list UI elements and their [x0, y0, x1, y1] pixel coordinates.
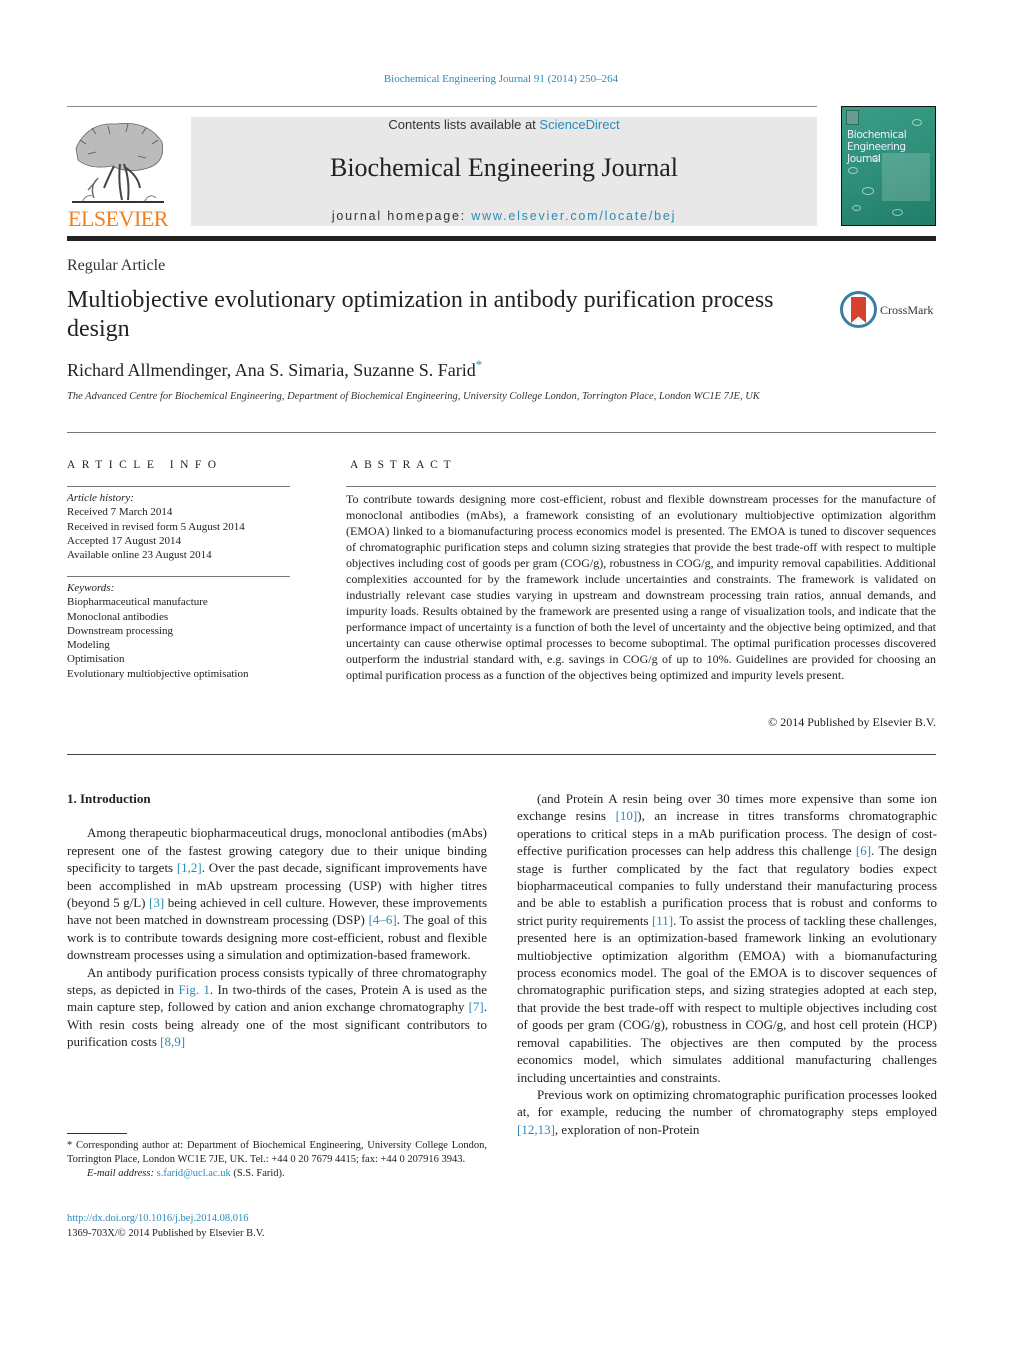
paragraph: (and Protein A resin being over 30 times…: [517, 791, 938, 1085]
cover-title-line: Engineering: [847, 141, 906, 153]
citation-link[interactable]: [1,2]: [177, 860, 202, 875]
cover-bubble: [912, 119, 922, 126]
crossmark-icon: [840, 291, 877, 328]
journal-reference-link[interactable]: Biochemical Engineering Journal 91 (2014…: [0, 73, 1002, 85]
keyword-item: Evolutionary multiobjective optimisation: [67, 667, 249, 680]
history-item: Accepted 17 August 2014: [67, 534, 181, 547]
footnote: * Corresponding author at: Department of…: [67, 1139, 487, 1182]
affiliation: The Advanced Centre for Biochemical Engi…: [67, 391, 760, 402]
keyword-item: Downstream processing: [67, 624, 174, 637]
header-divider: [67, 106, 817, 107]
doi-block: http://dx.doi.org/10.1016/j.bej.2014.08.…: [67, 1212, 265, 1241]
journal-masthead: Contents lists available at ScienceDirec…: [191, 117, 817, 226]
citation-link[interactable]: [10]: [616, 808, 638, 823]
keyword-item: Optimisation: [67, 653, 125, 666]
citation-link[interactable]: [4–6]: [369, 912, 397, 927]
keyword-item: Modeling: [67, 639, 110, 652]
keyword-item: Biopharmaceutical manufacture: [67, 596, 208, 609]
email-suffix: (S.S. Farid).: [230, 1168, 285, 1180]
email-link[interactable]: s.farid@ucl.ac.uk: [157, 1168, 231, 1179]
cover-bubble: [862, 187, 874, 195]
history-item: Available online 23 August 2014: [67, 549, 212, 562]
crossmark-button[interactable]: CrossMark: [840, 291, 940, 329]
journal-homepage-link[interactable]: www.elsevier.com/locate/bej: [471, 209, 676, 223]
article-history: Article history: Received 7 March 2014 R…: [67, 491, 292, 562]
cover-title-line: Journal: [847, 153, 881, 165]
crossmark-bookmark-shape: [851, 297, 866, 323]
cover-title-line: Biochemical: [847, 129, 907, 141]
divider: [67, 576, 290, 577]
issn-line: 1369-703X/© 2014 Published by Elsevier B…: [67, 1227, 265, 1239]
history-label: Article history:: [67, 492, 134, 504]
header-thick-rule: [67, 236, 936, 241]
body-column-left: 1. Introduction Among therapeutic biopha…: [67, 790, 487, 1051]
elsevier-wordmark: ELSEVIER: [68, 206, 168, 231]
cover-publisher-badge: [846, 110, 859, 125]
cover-bubble: [848, 167, 858, 174]
divider: [346, 486, 936, 487]
citation-link[interactable]: [8,9]: [160, 1034, 185, 1049]
divider: [67, 754, 936, 755]
article-title: Multiobjective evolutionary optimization…: [67, 287, 774, 342]
right-paragraphs: (and Protein A resin being over 30 times…: [517, 790, 937, 1138]
keyword-item: Monoclonal antibodies: [67, 610, 169, 623]
divider: [67, 486, 290, 487]
authors-text: Richard Allmendinger, Ana S. Simaria, Su…: [67, 360, 476, 380]
homepage-line: journal homepage: www.elsevier.com/locat…: [191, 209, 817, 223]
citation-link[interactable]: Fig. 1: [178, 982, 209, 997]
divider: [67, 432, 936, 433]
citation-link[interactable]: [3]: [149, 895, 164, 910]
elsevier-tree-icon: [72, 123, 164, 203]
footnote-rule: [67, 1133, 127, 1134]
keywords-label: Keywords:: [67, 582, 115, 594]
citation-link[interactable]: [12,13]: [517, 1122, 555, 1137]
article-info-heading: ARTICLE INFO: [67, 459, 223, 471]
email-line: E-mail address: s.farid@ucl.ac.uk (S.S. …: [67, 1167, 487, 1181]
keywords: Keywords: Biopharmaceutical manufacture …: [67, 581, 292, 681]
email-label: E-mail address:: [87, 1168, 154, 1180]
citation-link[interactable]: [7]: [469, 999, 484, 1014]
cover-bubble: [852, 205, 861, 211]
crossmark-label: CrossMark: [880, 303, 934, 317]
homepage-prefix: journal homepage:: [331, 209, 472, 223]
cover-title: Biochemical Engineering Journal: [847, 129, 933, 165]
article-type: Regular Article: [67, 257, 166, 274]
history-item: Received in revised form 5 August 2014: [67, 520, 245, 533]
history-item: Received 7 March 2014: [67, 506, 173, 519]
contents-line: Contents lists available at ScienceDirec…: [191, 117, 817, 133]
paragraph: An antibody purification process consist…: [67, 964, 487, 1050]
abstract-text: To contribute towards designing more cos…: [346, 492, 936, 682]
abstract-copyright: © 2014 Published by Elsevier B.V.: [768, 715, 936, 729]
doi-link[interactable]: http://dx.doi.org/10.1016/j.bej.2014.08.…: [67, 1213, 249, 1224]
journal-title: Biochemical Engineering Journal: [329, 153, 678, 182]
section-heading: 1. Introduction: [67, 791, 151, 806]
corresponding-author-marker[interactable]: *: [476, 357, 483, 372]
body-column-right: (and Protein A resin being over 30 times…: [517, 790, 937, 1138]
corresponding-author-note: * Corresponding author at: Department of…: [67, 1140, 487, 1166]
author-list: Richard Allmendinger, Ana S. Simaria, Su…: [67, 357, 482, 381]
paragraph: Among therapeutic biopharmaceutical drug…: [67, 825, 487, 963]
sciencedirect-link[interactable]: ScienceDirect: [539, 117, 619, 132]
abstract-heading: ABSTRACT: [350, 459, 457, 471]
elsevier-logo[interactable]: ELSEVIER: [66, 116, 170, 231]
cover-bubble: [892, 209, 903, 216]
journal-cover-image[interactable]: Biochemical Engineering Journal: [841, 106, 936, 226]
left-paragraphs: Among therapeutic biopharmaceutical drug…: [67, 824, 487, 1050]
citation-link[interactable]: [6]: [856, 843, 871, 858]
citation-link[interactable]: [11]: [652, 913, 673, 928]
contents-prefix: Contents lists available at: [388, 117, 540, 132]
paragraph: Previous work on optimizing chromatograp…: [517, 1086, 937, 1137]
